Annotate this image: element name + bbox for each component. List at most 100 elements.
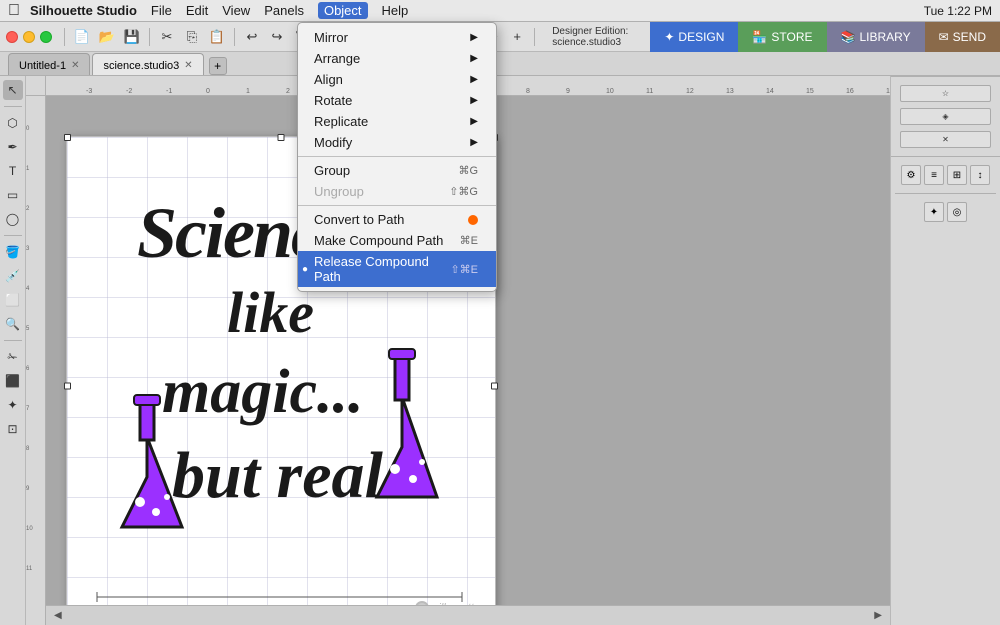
weld-tool[interactable]: ⬛ xyxy=(3,371,23,391)
right-icon-5[interactable]: ✦ xyxy=(924,202,944,222)
lt-sep-3 xyxy=(4,340,22,341)
right-icon-6[interactable]: ◎ xyxy=(947,202,967,222)
fill-tool[interactable]: 🪣 xyxy=(3,242,23,262)
right-icon-2[interactable]: ≡ xyxy=(924,165,944,185)
menu-item-rotate[interactable]: Rotate ▶ xyxy=(298,90,496,111)
menu-item-ungroup[interactable]: Ungroup ⇧⌘G xyxy=(298,181,496,202)
menu-object[interactable]: Object xyxy=(318,2,368,19)
menu-panels[interactable]: Panels xyxy=(264,3,304,18)
maximize-button[interactable] xyxy=(40,31,52,43)
copy-button[interactable]: ⎘ xyxy=(181,26,203,48)
menu-separator-2 xyxy=(298,205,496,206)
app-title: Designer Edition: science.studio3 xyxy=(544,22,650,52)
ruler-h-tick: 9 xyxy=(566,88,570,95)
menu-item-group[interactable]: Group ⌘G xyxy=(298,160,496,181)
menu-view[interactable]: View xyxy=(222,3,250,18)
ellipse-tool[interactable]: ◯ xyxy=(3,209,23,229)
tab-science[interactable]: science.studio3 ✕ xyxy=(92,53,203,75)
ruler-h-tick: 13 xyxy=(726,88,734,95)
tab-close-untitled[interactable]: ✕ xyxy=(71,60,79,71)
ruler-v-tick: 3 xyxy=(26,246,29,252)
handle-tc[interactable] xyxy=(278,134,285,141)
right-tool-3d[interactable]: ◈ xyxy=(900,108,991,125)
ruler-h-tick: 10 xyxy=(606,88,614,95)
ruler-v-tick: 0 xyxy=(26,126,29,132)
library-tab[interactable]: 📚 LIBRARY xyxy=(827,22,925,52)
send-tab[interactable]: ✉ SEND xyxy=(925,22,1000,52)
handle-tl[interactable] xyxy=(64,134,71,141)
ruler-h-tick: 14 xyxy=(766,88,774,95)
apple-menu[interactable]:  xyxy=(8,2,20,20)
knife-tool[interactable]: ✁ xyxy=(3,347,23,367)
menu-file[interactable]: File xyxy=(151,3,172,18)
close-button[interactable] xyxy=(6,31,18,43)
svg-text:magic...: magic... xyxy=(162,358,363,426)
redo-button[interactable]: ↪ xyxy=(266,26,288,48)
menu-item-release-compound-path[interactable]: ● Release Compound Path ⇧⌘E xyxy=(298,251,496,287)
tab-untitled[interactable]: Untitled-1 ✕ xyxy=(8,53,90,75)
design-tab[interactable]: ✦ DESIGN xyxy=(650,22,738,52)
right-tool-x[interactable]: ✕ xyxy=(900,131,991,148)
menu-separator-1 xyxy=(298,156,496,157)
save-button[interactable]: 💾 xyxy=(121,26,143,48)
menu-item-modify[interactable]: Modify ▶ xyxy=(298,132,496,153)
eyedropper-tool[interactable]: 💉 xyxy=(3,266,23,286)
ruler-v-tick: 8 xyxy=(26,446,29,452)
right-tool-star[interactable]: ☆ xyxy=(900,85,991,102)
store-tab[interactable]: 🏪 STORE xyxy=(738,22,826,52)
left-toolbar: ↖ ⬡ ✒ T ▭ ◯ 🪣 💉 ⬜ 🔍 ✁ ⬛ ✦ ⊡ xyxy=(0,76,26,625)
header-tab-bar: Designer Edition: science.studio3 ✦ DESI… xyxy=(544,22,1000,52)
ruler-h-tick: 16 xyxy=(846,88,854,95)
menu-item-arrange[interactable]: Arrange ▶ xyxy=(298,48,496,69)
ruler-v-tick: 6 xyxy=(26,366,29,372)
handle-ml[interactable] xyxy=(64,383,71,390)
scroll-right-btn[interactable]: ▶ xyxy=(874,610,882,621)
menu-item-convert-to-path[interactable]: Convert to Path xyxy=(298,209,496,230)
ruler-corner xyxy=(26,76,46,96)
draw-tool[interactable]: ✒ xyxy=(3,137,23,157)
open-button[interactable]: 📂 xyxy=(96,26,118,48)
crop-tool[interactable]: ⊡ xyxy=(3,419,23,439)
ruler-v-tick: 4 xyxy=(26,286,29,292)
scroll-left-btn[interactable]: ◀ xyxy=(54,610,62,621)
paste-button[interactable]: 📋 xyxy=(206,26,228,48)
right-separator xyxy=(895,193,996,194)
menu-check-dot: ● xyxy=(302,264,308,275)
right-icon-3[interactable]: ⊞ xyxy=(947,165,967,185)
menu-arrow-replicate: ▶ xyxy=(470,116,478,127)
menu-edit[interactable]: Edit xyxy=(186,3,208,18)
shape-tool[interactable]: ▭ xyxy=(3,185,23,205)
ruler-h-tick: 1 xyxy=(246,88,250,95)
right-icon-4[interactable]: ↕ xyxy=(970,165,990,185)
text-tool[interactable]: T xyxy=(3,161,23,181)
node-tool[interactable]: ⬡ xyxy=(3,113,23,133)
select-tool[interactable]: ↖ xyxy=(3,80,23,100)
zoom-tool[interactable]: 🔍 xyxy=(3,314,23,334)
undo-button[interactable]: ↩ xyxy=(241,26,263,48)
svg-text:but real: but real xyxy=(172,439,384,512)
menu-item-make-compound-path[interactable]: Make Compound Path ⌘E xyxy=(298,230,496,251)
menu-item-mirror[interactable]: Mirror ▶ xyxy=(298,27,496,48)
tab-add-button[interactable]: + xyxy=(209,57,227,75)
menu-arrow-align: ▶ xyxy=(470,74,478,85)
magic-wand-tool[interactable]: ✦ xyxy=(3,395,23,415)
tab-close-science[interactable]: ✕ xyxy=(184,60,192,71)
toolbar-separator-3 xyxy=(234,28,235,46)
right-icon-1[interactable]: ⚙ xyxy=(901,165,921,185)
eraser-tool[interactable]: ⬜ xyxy=(3,290,23,310)
minimize-button[interactable] xyxy=(23,31,35,43)
menu-item-align[interactable]: Align ▶ xyxy=(298,69,496,90)
ruler-h-tick: -2 xyxy=(126,88,132,95)
menu-help[interactable]: Help xyxy=(382,3,409,18)
menu-bar:  Silhouette Studio File Edit View Panel… xyxy=(0,0,1000,22)
right-panel: ☆ ◈ ✕ ⚙ ≡ ⊞ ↕ ✦ ◎ xyxy=(890,76,1000,625)
cut-button[interactable]: ✂ xyxy=(156,26,178,48)
toolbar-separator-7 xyxy=(534,28,535,46)
menu-item-replicate[interactable]: Replicate ▶ xyxy=(298,111,496,132)
new-button[interactable]: 📄 xyxy=(71,26,93,48)
menu-arrow-mirror: ▶ xyxy=(470,32,478,43)
plus-tool[interactable]: + xyxy=(506,26,528,48)
right-panel-content: ⚙ ≡ ⊞ ↕ ✦ ◎ xyxy=(891,157,1000,625)
handle-mr[interactable] xyxy=(491,383,498,390)
ruler-v-tick: 10 xyxy=(26,526,33,532)
